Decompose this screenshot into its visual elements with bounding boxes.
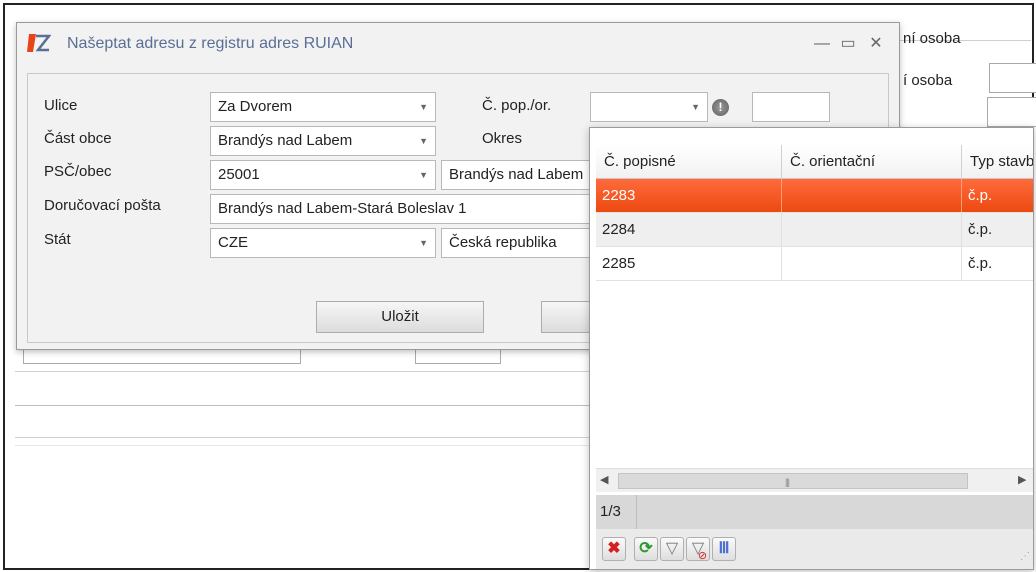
maximize-button[interactable]: ▭ <box>837 33 859 55</box>
table-row[interactable]: 2283 č.p. <box>596 179 1033 213</box>
delete-icon[interactable]: ✖ <box>602 537 626 561</box>
cislo-or-field[interactable] <box>752 92 830 122</box>
pager-count: 1/3 <box>600 503 621 520</box>
psc-value: 25001 <box>218 166 260 183</box>
column-header-typ[interactable]: Typ stavby <box>962 145 1033 179</box>
ulice-label: Ulice <box>44 97 78 114</box>
cell-typ: č.p. <box>968 255 993 272</box>
chevron-down-icon[interactable]: ▼ <box>419 229 428 257</box>
cast-obce-combo[interactable]: Brandýs nad Labem ▼ <box>210 126 436 156</box>
warning-icon: ! <box>712 99 729 116</box>
horizontal-scrollbar[interactable]: ◀ ||| ▶ <box>596 468 1033 492</box>
bg-label-1: ní osoba <box>903 30 961 47</box>
bg-input-2[interactable] <box>987 97 1036 127</box>
cell-popisne: 2284 <box>596 213 782 246</box>
chevron-down-icon[interactable]: ▼ <box>419 93 428 121</box>
grid-toolbar: ✖ ⟳ ▽ ▽ ⊘ Ⅲ ⋰ <box>596 529 1033 569</box>
table-row[interactable]: 2284 č.p. <box>596 213 1033 247</box>
house-number-popup: Č. popisné Č. orientační Typ stavby 2283… <box>589 127 1034 570</box>
close-button[interactable]: ✕ <box>865 33 887 55</box>
scroll-right-icon[interactable]: ▶ <box>1018 473 1026 486</box>
cell-popisne: 2285 <box>596 247 782 280</box>
ulice-value: Za Dvorem <box>218 98 293 115</box>
cislo-pop-combo[interactable]: ▼ <box>590 92 708 122</box>
ulice-combo[interactable]: Za Dvorem ▼ <box>210 92 436 122</box>
cast-obce-value: Brandýs nad Labem <box>218 132 353 149</box>
chevron-down-icon[interactable]: ▼ <box>419 161 428 189</box>
save-button[interactable]: Uložit <box>316 301 484 333</box>
clear-filter-icon[interactable]: ▽ ⊘ <box>686 537 710 562</box>
dorucovaci-posta-label: Doručovací pošta <box>44 197 161 214</box>
bg-row-line <box>15 437 595 438</box>
app-logo-icon <box>27 32 52 56</box>
scrollbar-thumb[interactable]: ||| <box>618 473 968 489</box>
bg-row-line <box>15 405 595 406</box>
obec-value: Brandýs nad Labem <box>449 166 584 183</box>
dialog-titlebar[interactable]: Našeptat adresu z registru adres RUIAN —… <box>17 23 899 67</box>
columns-icon[interactable]: Ⅲ <box>712 537 736 561</box>
column-header-orientacni[interactable]: Č. orientační <box>782 145 962 179</box>
stat-combo[interactable]: CZE ▼ <box>210 228 436 258</box>
stat-value: CZE <box>218 234 248 251</box>
table-row[interactable]: 2285 č.p. <box>596 247 1033 281</box>
scroll-left-icon[interactable]: ◀ <box>600 473 608 486</box>
bg-label-2: í osoba <box>903 72 953 89</box>
dorucovaci-posta-field[interactable]: Brandýs nad Labem-Stará Boleslav 1 <box>210 194 594 224</box>
filter-icon[interactable]: ▽ <box>660 537 684 561</box>
dialog-title: Našeptat adresu z registru adres RUIAN <box>67 35 354 52</box>
cislo-pop-or-label: Č. pop./or. <box>482 97 552 114</box>
pager-bar: 1/3 <box>596 495 1033 529</box>
psc-combo[interactable]: 25001 ▼ <box>210 160 436 190</box>
refresh-icon[interactable]: ⟳ <box>634 537 658 561</box>
stat-label: Stát <box>44 231 71 248</box>
cell-orientacni <box>782 179 962 212</box>
cell-orientacni <box>782 213 962 246</box>
dorucovaci-posta-value: Brandýs nad Labem-Stará Boleslav 1 <box>218 200 467 217</box>
okres-label: Okres <box>482 130 523 147</box>
obec-combo[interactable]: Brandýs nad Labem <box>441 160 591 190</box>
chevron-down-icon[interactable]: ▼ <box>419 127 428 155</box>
bg-input-1[interactable] <box>989 63 1036 93</box>
cell-orientacni <box>782 247 962 280</box>
chevron-down-icon[interactable]: ▼ <box>691 93 700 121</box>
minimize-button[interactable]: — <box>811 33 833 55</box>
grip-icon: ||| <box>785 477 790 487</box>
cell-typ: č.p. <box>968 187 993 204</box>
bg-row-line <box>15 445 595 446</box>
stat-name-value: Česká republika <box>449 234 557 251</box>
psc-obec-label: PSČ/obec <box>44 163 112 180</box>
resize-grip-icon[interactable]: ⋰ <box>1020 551 1030 562</box>
cell-typ: č.p. <box>968 221 993 238</box>
cell-popisne: 2283 <box>596 179 782 212</box>
bg-row-line <box>15 371 595 372</box>
column-header-popisne[interactable]: Č. popisné <box>596 145 782 179</box>
cast-obce-label: Část obce <box>44 130 112 147</box>
divider <box>636 495 637 529</box>
stat-name-field[interactable]: Česká republika <box>441 228 591 258</box>
